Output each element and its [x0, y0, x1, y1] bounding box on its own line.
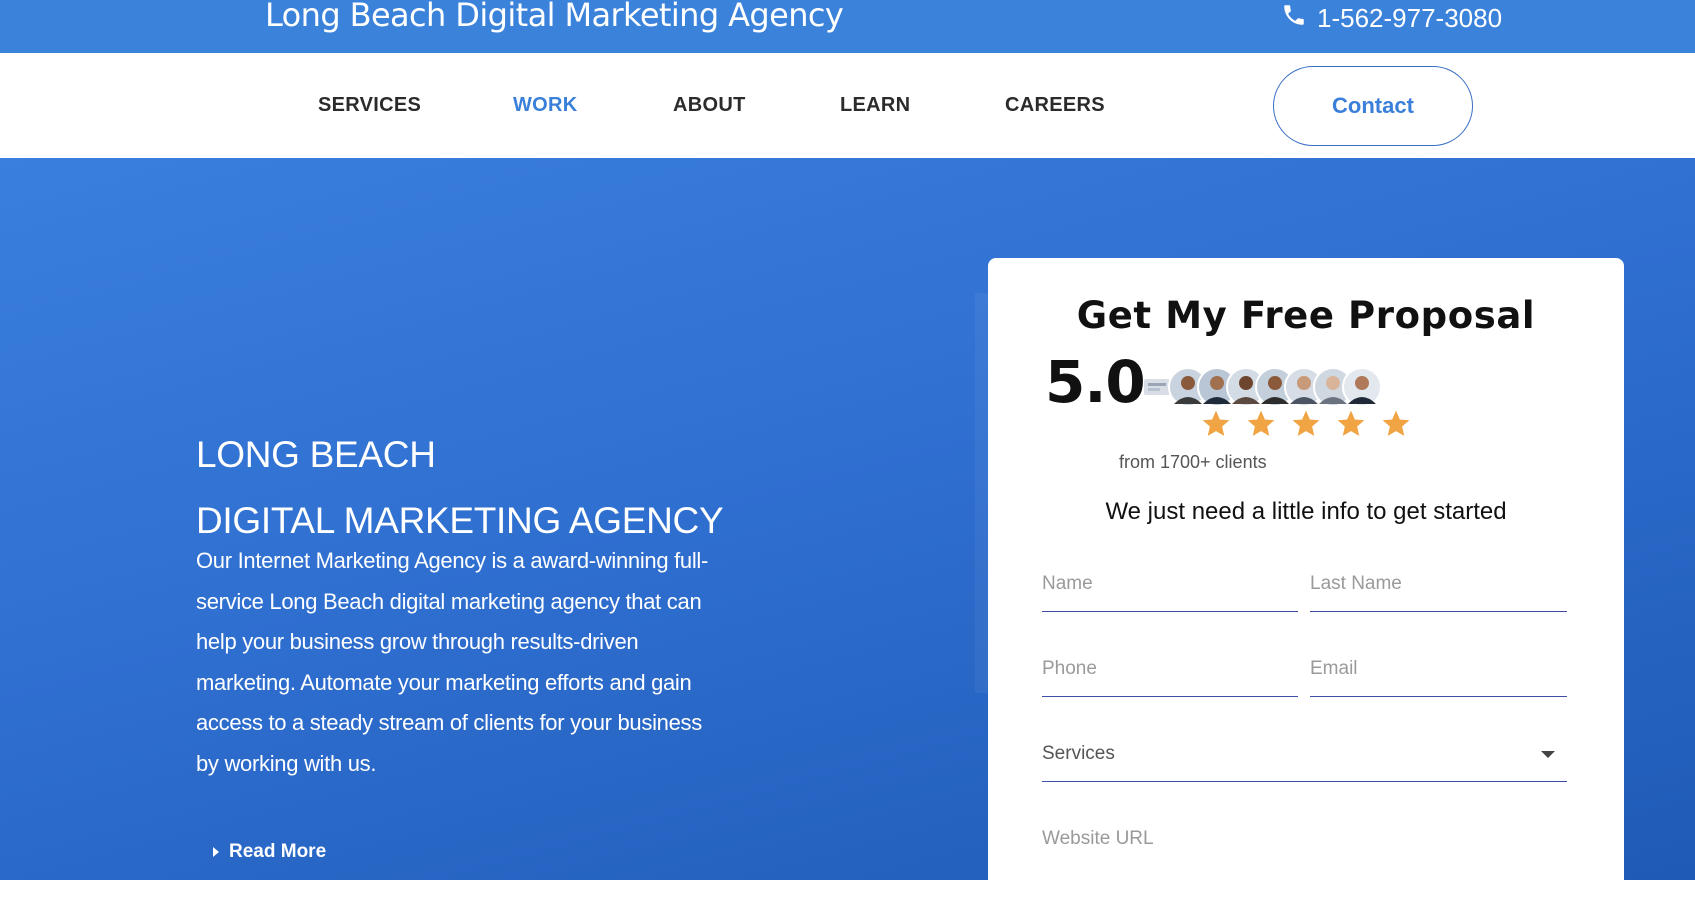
website-url-field[interactable]: Website URL	[1042, 819, 1567, 867]
hero-title-line1: LONG BEACH	[196, 434, 436, 475]
form-title: Get My Free Proposal	[1076, 294, 1536, 337]
star-icon	[1337, 410, 1365, 436]
nav-item-services[interactable]: SERVICES	[318, 94, 421, 117]
client-avatars	[1144, 367, 1382, 407]
form-subtitle: We just need a little info to get starte…	[1105, 498, 1507, 525]
clients-count: from 1700+ clients	[1119, 452, 1267, 472]
email-placeholder: Email	[1310, 658, 1358, 679]
proposal-form-card: Get My Free Proposal 5.0 from 1700+ clie…	[988, 258, 1624, 898]
email-field[interactable]: Email	[1310, 649, 1567, 697]
services-select[interactable]: Services	[1042, 734, 1567, 782]
dropdown-arrow-icon	[1541, 751, 1555, 758]
avatar	[1342, 367, 1382, 407]
nav-item-about[interactable]: ABOUT	[673, 94, 746, 117]
read-more-label: Read More	[229, 841, 327, 862]
top-bar: Long Beach Digital Marketing Agency 1-56…	[0, 0, 1695, 53]
star-icon	[1247, 410, 1275, 436]
phone-placeholder: Phone	[1042, 658, 1097, 679]
phone-link[interactable]: 1-562-977-3080	[1281, 2, 1502, 35]
nav-item-learn[interactable]: LEARN	[840, 94, 910, 117]
star-icon	[1292, 410, 1320, 436]
phone-number: 1-562-977-3080	[1317, 3, 1503, 33]
star-icon	[1202, 410, 1230, 436]
last-name-placeholder: Last Name	[1310, 573, 1402, 594]
rating-stars	[1200, 408, 1412, 440]
name-field[interactable]: Name	[1042, 564, 1298, 612]
nav-item-careers[interactable]: CAREERS	[1005, 94, 1105, 117]
name-placeholder: Name	[1042, 573, 1093, 594]
hero-title: LONG BEACH DIGITAL MARKETING AGENCY	[196, 422, 724, 554]
nav-item-work[interactable]: WORK	[513, 94, 578, 117]
phone-icon	[1281, 2, 1307, 35]
star-icon	[1382, 410, 1410, 436]
hero-title-line2: DIGITAL MARKETING AGENCY	[196, 500, 724, 541]
phone-field[interactable]: Phone	[1042, 649, 1298, 697]
caret-right-icon	[213, 847, 219, 857]
brand-name[interactable]: Long Beach Digital Marketing Agency	[265, 0, 844, 34]
rating-score: 5.0	[1045, 348, 1146, 416]
last-name-field[interactable]: Last Name	[1310, 564, 1567, 612]
contact-button[interactable]: Contact	[1273, 66, 1473, 146]
website-url-placeholder: Website URL	[1042, 828, 1154, 849]
read-more-link[interactable]: Read More	[213, 841, 326, 863]
main-nav: SERVICES WORK ABOUT LEARN CAREERS Contac…	[0, 53, 1695, 158]
services-selected: Services	[1042, 743, 1115, 764]
review-logo-icon	[1144, 379, 1170, 395]
hero-description: Our Internet Marketing Agency is a award…	[196, 548, 709, 776]
